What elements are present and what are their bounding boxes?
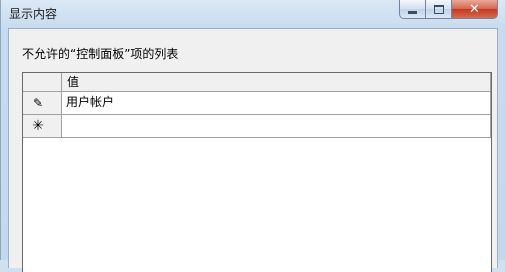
dialog-client-area: 不允许的“控制面板”项的列表 值 ✎ 用户帐户 ✳ (8, 28, 498, 272)
maximize-icon (433, 4, 444, 14)
window-title: 显示内容 (9, 7, 58, 21)
column-header-value[interactable]: 值 (62, 73, 491, 92)
minimize-icon (408, 10, 417, 14)
row-header-new[interactable]: ✳ (23, 115, 62, 138)
new-row-asterisk-icon: ✳ (32, 118, 44, 134)
close-icon: ✕ (469, 1, 480, 17)
minimize-button[interactable] (399, 0, 426, 19)
maximize-button[interactable] (426, 0, 452, 19)
close-button[interactable]: ✕ (452, 0, 498, 19)
grid-cell-new-value[interactable] (62, 115, 491, 138)
row-header-editing[interactable]: ✎ (23, 92, 62, 115)
grid-cell-value[interactable]: 用户帐户 (62, 92, 491, 115)
values-grid[interactable]: 值 ✎ 用户帐户 ✳ (22, 72, 492, 272)
dialog-window: 显示内容 ✕ 不允许的“控制面板”项的列表 值 ✎ 用户帐户 ✳ (0, 0, 505, 272)
grid-corner-header[interactable] (23, 73, 62, 92)
list-caption: 不允许的“控制面板”项的列表 (22, 47, 179, 61)
pencil-icon: ✎ (32, 96, 44, 110)
